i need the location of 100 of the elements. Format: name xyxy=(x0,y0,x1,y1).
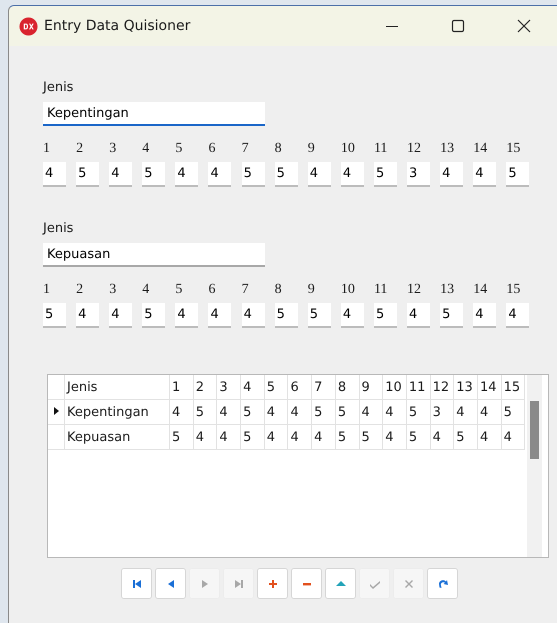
question-number: 4 xyxy=(142,282,150,297)
answer-field[interactable]: 5 xyxy=(76,162,100,187)
answer-field[interactable]: 4 xyxy=(43,162,66,187)
table-cell: 4 xyxy=(264,400,288,424)
question-number: 13 xyxy=(440,282,454,297)
table-cell: 5 xyxy=(240,424,264,450)
answer-field[interactable]: 4 xyxy=(175,303,198,328)
column-header[interactable]: 9 xyxy=(359,375,383,400)
first-record-icon xyxy=(130,578,142,590)
answer-field[interactable]: 5 xyxy=(274,303,298,328)
answer-field[interactable]: 5 xyxy=(440,303,464,328)
table-cell: 5 xyxy=(312,400,336,424)
insert-button[interactable] xyxy=(257,568,288,599)
refresh-button[interactable] xyxy=(427,568,458,599)
question-number: 8 xyxy=(274,282,282,297)
answer-field[interactable]: 4 xyxy=(506,303,530,328)
question-number: 12 xyxy=(407,141,422,156)
table-cell: 4 xyxy=(477,400,502,424)
jenis-field[interactable]: Kepentingan xyxy=(43,102,265,126)
answer-field[interactable]: 5 xyxy=(142,162,166,187)
question-number: 1 xyxy=(43,282,50,297)
table-cell: 5 xyxy=(335,400,359,424)
first-button[interactable] xyxy=(121,568,152,599)
field-label: Jenis xyxy=(43,79,74,97)
jenis-field[interactable]: Kepuasan xyxy=(43,243,265,267)
column-header[interactable]: 6 xyxy=(288,375,312,400)
question-number: 7 xyxy=(242,282,249,297)
answer-field[interactable]: 4 xyxy=(407,303,430,328)
answer-field[interactable]: 5 xyxy=(43,303,66,328)
table-cell: 4 xyxy=(382,424,406,450)
question-number: 10 xyxy=(340,282,355,297)
table-cell: 4 xyxy=(312,424,336,450)
answer-field[interactable]: 4 xyxy=(208,162,232,187)
question-number: 12 xyxy=(407,282,422,297)
question-number: 15 xyxy=(506,141,520,156)
answer-field[interactable]: 5 xyxy=(374,303,397,328)
answer-field[interactable]: 4 xyxy=(440,162,464,187)
scrollbar[interactable] xyxy=(527,375,542,557)
window-title: Entry Data Quisioner xyxy=(44,18,192,34)
column-header[interactable]: 10 xyxy=(382,375,406,400)
field-label: Jenis xyxy=(43,220,74,238)
answer-field[interactable]: 5 xyxy=(506,162,530,187)
answer-field[interactable]: 5 xyxy=(308,303,331,328)
answer-field[interactable]: 5 xyxy=(142,303,166,328)
question-number: 5 xyxy=(175,282,182,297)
answer-field[interactable]: 5 xyxy=(374,162,397,187)
prior-button[interactable] xyxy=(155,568,186,599)
answer-field[interactable]: 4 xyxy=(175,162,198,187)
column-header[interactable]: 4 xyxy=(240,375,264,400)
column-header[interactable]: Jenis xyxy=(64,375,170,400)
question-number: 13 xyxy=(440,141,454,156)
question-number: 5 xyxy=(175,141,182,156)
question-number: 11 xyxy=(374,141,388,156)
delete-button[interactable] xyxy=(291,568,322,599)
answer-field[interactable]: 4 xyxy=(242,303,265,328)
column-header[interactable]: 14 xyxy=(477,375,502,400)
column-header[interactable]: 7 xyxy=(312,375,336,400)
edit-button[interactable] xyxy=(325,568,356,599)
answer-field[interactable]: 4 xyxy=(473,162,496,187)
column-header[interactable]: 8 xyxy=(335,375,359,400)
question-number: 6 xyxy=(208,141,216,156)
column-header[interactable]: 5 xyxy=(264,375,288,400)
table-cell: 4 xyxy=(430,424,454,450)
table-cell: 5 xyxy=(359,424,383,450)
table-cell: 4 xyxy=(193,424,217,450)
last-record-icon xyxy=(232,578,244,590)
answer-field[interactable]: 4 xyxy=(340,162,364,187)
table-cell: 4 xyxy=(216,424,241,450)
answer-field[interactable]: 4 xyxy=(109,303,132,328)
table-cell: 4 xyxy=(170,400,194,424)
question-number: 11 xyxy=(374,282,388,297)
answer-field[interactable]: 4 xyxy=(109,162,132,187)
answer-field[interactable]: 4 xyxy=(308,162,331,187)
answer-field[interactable]: 4 xyxy=(76,303,100,328)
question-number: 7 xyxy=(242,141,249,156)
answer-field[interactable]: 4 xyxy=(208,303,232,328)
table-cell: Kepentingan xyxy=(64,400,170,424)
column-header[interactable]: 2 xyxy=(193,375,217,400)
question-number: 8 xyxy=(274,141,282,156)
maximize-icon xyxy=(451,19,465,33)
column-header[interactable]: 1 xyxy=(170,375,194,400)
column-header[interactable]: 13 xyxy=(454,375,478,400)
question-number: 9 xyxy=(308,141,315,156)
answer-field[interactable]: 3 xyxy=(407,162,430,187)
answer-field[interactable]: 4 xyxy=(340,303,364,328)
cross-icon xyxy=(402,578,414,590)
answer-field[interactable]: 5 xyxy=(274,162,298,187)
table-cell: 5 xyxy=(406,424,430,450)
question-number: 14 xyxy=(473,282,488,297)
question-number: 9 xyxy=(308,282,315,297)
table-cell: 5 xyxy=(454,424,478,450)
column-header[interactable]: 11 xyxy=(406,375,430,400)
column-header[interactable]: 3 xyxy=(216,375,241,400)
table-cell: 3 xyxy=(430,400,454,424)
table-cell: 5 xyxy=(170,424,194,450)
column-header[interactable]: 15 xyxy=(501,375,525,400)
answer-field[interactable]: 5 xyxy=(242,162,265,187)
column-header[interactable]: 12 xyxy=(430,375,454,400)
scroll-thumb[interactable] xyxy=(530,401,539,459)
answer-field[interactable]: 4 xyxy=(473,303,496,328)
